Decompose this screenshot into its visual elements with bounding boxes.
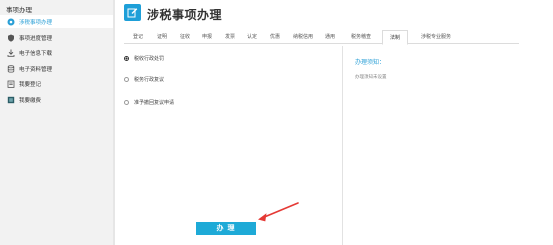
sidebar-item-label: 事项进度管理 [19,35,53,42]
page-title: 涉税事项办理 [147,8,223,22]
sidebar-item-documents[interactable]: 电子资料管理 [0,62,113,75]
radio-button[interactable] [124,100,129,105]
option-label: 税收行政处罚 [134,56,165,62]
option-item[interactable]: 准予撤回复议申请 [124,99,174,106]
option-item[interactable]: 税收行政处罚 [124,55,164,62]
sidebar-item-label: 电子信息下载 [19,50,53,57]
sidebar-item-payment[interactable]: 我要缴费 [0,93,113,106]
sidebar-item-label: 涉税事项办理 [19,19,53,26]
tab-legal[interactable]: 法制 [382,30,408,45]
edit-icon [124,4,141,21]
tab-bar: 登记 证明 征收 申报 发票 认定 优惠 纳税信用 通用 税务稽查 法制 涉税专… [124,30,519,45]
notice-text: 办理须知未设置 [355,75,387,80]
tab-declaration[interactable]: 申报 [199,30,215,44]
option-item[interactable]: 税务行政复议 [124,76,164,83]
sidebar-item-register[interactable]: 我要登记 [0,77,113,90]
tab-tax-credit[interactable]: 纳税信用 [289,30,317,44]
tab-collection[interactable]: 征收 [177,30,193,44]
gear-icon [7,18,15,26]
sidebar-item-label: 我要缴费 [19,97,42,104]
tab-registration[interactable]: 登记 [130,30,146,44]
tab-invoice[interactable]: 发票 [222,30,238,44]
payment-icon [7,96,15,104]
database-icon [7,64,15,73]
tab-professional-services[interactable]: 涉税专业服务 [415,30,457,44]
notice-title: 办理须知： [355,59,386,66]
tab-general[interactable]: 通用 [322,30,338,44]
divider [113,0,115,245]
tab-certificate[interactable]: 证明 [154,30,170,44]
sidebar-item-tax-matters[interactable]: 涉税事项办理 [0,15,113,28]
sidebar-item-label: 我要登记 [19,81,42,88]
radio-button[interactable] [124,77,129,82]
panel-divider [342,46,343,245]
option-label: 税务行政复议 [134,77,165,83]
tab-preferential[interactable]: 优惠 [267,30,283,44]
process-button[interactable]: 办 理 [196,222,256,235]
sidebar-item-label: 电子资料管理 [19,66,53,73]
register-icon [7,80,15,88]
download-icon [7,49,15,57]
tab-recognition[interactable]: 认定 [244,30,260,44]
shield-icon [7,34,15,42]
option-label: 准予撤回复议申请 [134,100,175,106]
sidebar-item-progress[interactable]: 事项进度管理 [0,31,113,44]
sidebar: 事项办理 涉税事项办理 事项进度管理 电子信息下载 电子资料管理 我要登记 我要… [0,0,113,245]
tab-tax-inspection[interactable]: 税务稽查 [347,30,375,44]
radio-button[interactable] [124,56,129,61]
sidebar-title: 事项办理 [6,6,32,14]
sidebar-item-download[interactable]: 电子信息下载 [0,46,113,59]
